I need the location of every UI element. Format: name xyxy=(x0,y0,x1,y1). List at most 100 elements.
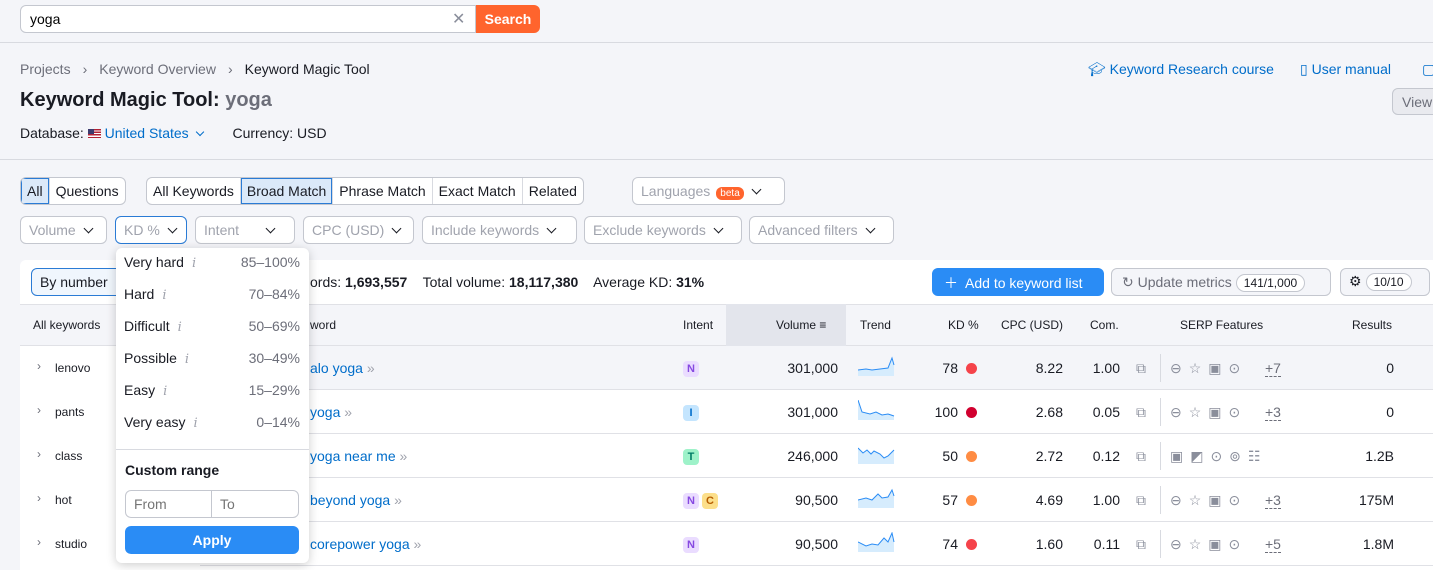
database-label: Database: xyxy=(20,125,84,141)
serp-snapshot-icon[interactable]: ⧉ xyxy=(1136,492,1153,509)
info-icon[interactable]: i xyxy=(185,352,189,367)
divider xyxy=(1160,486,1161,514)
search-input[interactable] xyxy=(20,5,476,33)
tab-all-keywords[interactable]: All Keywords xyxy=(147,178,240,204)
results: 0 xyxy=(1386,404,1394,420)
info-icon[interactable]: i xyxy=(162,288,166,303)
results: 1.8M xyxy=(1362,536,1394,552)
us-flag-icon xyxy=(87,129,101,138)
double-chevron-icon[interactable]: » xyxy=(400,448,408,464)
keyword-link[interactable]: alo yoga » xyxy=(310,360,375,376)
add-to-keyword-list-button[interactable]: ＋ Add to keyword list xyxy=(932,268,1104,296)
search-button[interactable]: Search xyxy=(476,5,540,33)
serp-snapshot-icon[interactable]: ⧉ xyxy=(1136,404,1153,421)
average-kd: 31% xyxy=(676,274,705,290)
info-icon[interactable]: i xyxy=(178,320,182,335)
feedback-icon[interactable]: ▢ xyxy=(1422,61,1433,78)
divider xyxy=(116,449,309,450)
currency: Currency: USD xyxy=(232,125,327,141)
filter-volume[interactable]: Volume xyxy=(20,216,107,244)
results: 0 xyxy=(1386,360,1394,376)
cpc-header[interactable]: CPC (USD) xyxy=(1001,318,1063,332)
tab-related[interactable]: Related xyxy=(521,178,583,204)
filter-advanced[interactable]: Advanced filters xyxy=(749,216,894,244)
double-chevron-icon[interactable]: » xyxy=(414,536,422,552)
trend-sparkline xyxy=(858,488,895,508)
keyword-research-course-link[interactable]: 🎓︎ Keyword Research course xyxy=(1088,61,1274,78)
kd-header[interactable]: KD % xyxy=(948,318,979,332)
settings-count: 10/10 xyxy=(1365,273,1412,291)
double-chevron-icon[interactable]: » xyxy=(344,404,352,420)
intent-cell: N xyxy=(683,535,702,553)
settings-button[interactable]: ⚙ 10/10 xyxy=(1340,268,1430,296)
tab-questions[interactable]: Questions xyxy=(48,178,125,204)
tab-phrase-match[interactable]: Phrase Match xyxy=(332,178,431,204)
competition: 0.05 xyxy=(1092,404,1120,420)
kd-option[interactable]: Very hard i 85–100% xyxy=(124,254,300,286)
keyword-link[interactable]: yoga near me » xyxy=(310,448,407,464)
info-icon[interactable]: i xyxy=(193,416,197,431)
volume: 246,000 xyxy=(787,448,838,464)
languages-select[interactable]: Languages beta xyxy=(632,177,785,205)
filter-intent[interactable]: Intent xyxy=(195,216,295,244)
kd-option[interactable]: Possible i 30–49% xyxy=(124,350,300,382)
filter-exclude-keywords[interactable]: Exclude keywords xyxy=(584,216,742,244)
sidebar-group-label: class xyxy=(55,449,83,463)
from-input[interactable] xyxy=(125,490,212,518)
filter-cpc[interactable]: CPC (USD) xyxy=(303,216,414,244)
info-icon[interactable]: i xyxy=(192,256,196,271)
intent-cell: T xyxy=(683,447,702,465)
serp-more-link[interactable]: +7 xyxy=(1265,360,1281,377)
keyword-link[interactable]: beyond yoga » xyxy=(310,492,402,508)
apply-button[interactable]: Apply xyxy=(125,526,299,554)
breadcrumb-projects[interactable]: Projects xyxy=(20,61,71,77)
keyword-link[interactable]: yoga » xyxy=(310,404,352,420)
tab-all[interactable]: All xyxy=(21,178,49,204)
filter-include-keywords[interactable]: Include keywords xyxy=(422,216,577,244)
clear-icon[interactable]: ✕ xyxy=(452,9,465,29)
intent-header[interactable]: Intent xyxy=(683,318,713,332)
serp-more-link[interactable]: +3 xyxy=(1265,404,1281,421)
kd-option[interactable]: Difficult i 50–69% xyxy=(124,318,300,350)
view-button[interactable]: View xyxy=(1392,88,1433,115)
breadcrumb-keyword-overview[interactable]: Keyword Overview xyxy=(99,61,216,77)
filter-kd[interactable]: KD % xyxy=(115,216,187,244)
double-chevron-icon[interactable]: » xyxy=(367,360,375,376)
kd-value: 100 xyxy=(934,404,958,420)
title-query: yoga xyxy=(225,89,272,111)
update-metrics-button[interactable]: ↻ Update metrics 141/1,000 xyxy=(1111,268,1331,296)
serp-snapshot-icon[interactable]: ⧉ xyxy=(1136,536,1153,553)
breadcrumb: Projects › Keyword Overview › Keyword Magi… xyxy=(20,61,370,77)
kd-option[interactable]: Easy i 15–29% xyxy=(124,382,300,414)
kd-value: 74 xyxy=(942,536,958,552)
com-header[interactable]: Com. xyxy=(1090,318,1119,332)
kd-option[interactable]: Hard i 70–84% xyxy=(124,286,300,318)
question-tabs: All Questions xyxy=(20,177,126,205)
intent-badge: I xyxy=(683,405,699,421)
kd-dot xyxy=(966,495,977,506)
serp-features-icons: ⊖☆▣⊙ xyxy=(1170,404,1248,420)
serp-snapshot-icon[interactable]: ⧉ xyxy=(1136,448,1153,465)
keyword-header[interactable]: word xyxy=(310,318,336,332)
keyword-link[interactable]: corepower yoga » xyxy=(310,536,421,552)
intent-badge: N xyxy=(683,537,699,553)
database-select[interactable]: United States xyxy=(105,125,204,141)
serp-more-link[interactable]: +5 xyxy=(1265,536,1281,553)
trend-sparkline xyxy=(858,356,895,376)
cpc: 2.68 xyxy=(1035,404,1063,420)
user-manual-link[interactable]: ▯ User manual xyxy=(1300,61,1391,78)
tab-broad-match[interactable]: Broad Match xyxy=(239,178,333,204)
info-icon[interactable]: i xyxy=(163,384,167,399)
results: 175M xyxy=(1358,492,1394,508)
kd-option[interactable]: Very easy i 0–14% xyxy=(124,414,300,446)
serp-snapshot-icon[interactable]: ⧉ xyxy=(1136,360,1153,377)
tab-exact-match[interactable]: Exact Match xyxy=(431,178,522,204)
volume-header[interactable]: Volume ≡ xyxy=(776,318,826,332)
to-input[interactable] xyxy=(211,490,299,518)
table-row: corepower yoga » N 90,500 74 1.60 0.11 ⧉… xyxy=(200,522,1433,566)
cpc: 1.60 xyxy=(1035,536,1063,552)
intent-badge: C xyxy=(702,493,718,509)
serp-more-link[interactable]: +3 xyxy=(1265,492,1281,509)
results-header[interactable]: Results xyxy=(1352,318,1392,332)
double-chevron-icon[interactable]: » xyxy=(394,492,402,508)
